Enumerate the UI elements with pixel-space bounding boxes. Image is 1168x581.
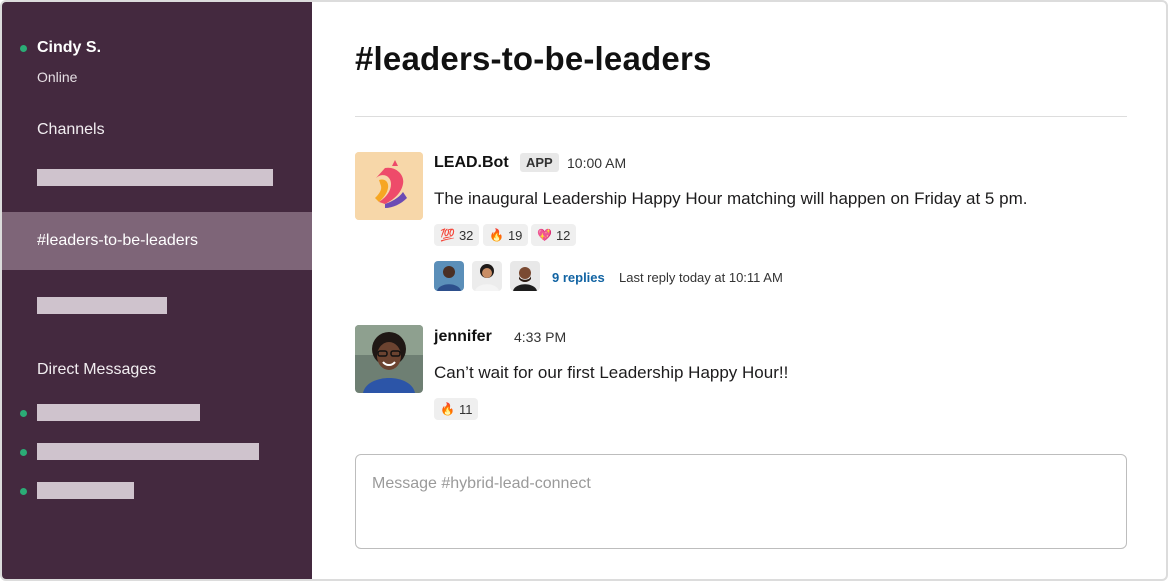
thread-participant-avatar[interactable]: [434, 261, 464, 291]
message-author[interactable]: jennifer: [434, 328, 492, 346]
presence-dot-icon: [20, 488, 27, 495]
lead-bot-avatar[interactable]: [355, 152, 423, 220]
reaction-count: 32: [458, 227, 474, 243]
reaction-fire[interactable]: 🔥 11: [434, 398, 479, 420]
current-user-status: Online: [37, 69, 78, 85]
message-text: The inaugural Leadership Happy Hour matc…: [434, 189, 1028, 208]
presence-dot-icon: [20, 45, 27, 52]
message-timestamp[interactable]: 4:33 PM: [514, 329, 566, 345]
thread-participant-avatar[interactable]: [510, 261, 540, 291]
presence-dot-icon: [20, 449, 27, 456]
message-composer[interactable]: [355, 454, 1127, 549]
fire-icon: 🔥: [440, 402, 455, 416]
thread-replies-link[interactable]: 9 replies: [552, 270, 605, 285]
reaction-count: 19: [507, 227, 523, 243]
app-badge: APP: [520, 153, 559, 172]
channels-section-label[interactable]: Channels: [37, 121, 105, 139]
sidebar-item-dm-1[interactable]: [37, 404, 200, 421]
message-input[interactable]: [372, 475, 1110, 493]
message-timestamp[interactable]: 10:00 AM: [567, 155, 626, 171]
thread-last-reply: Last reply today at 10:11 AM: [619, 270, 783, 285]
person-avatar-icon: [434, 261, 464, 291]
reaction-hundred-points[interactable]: 💯 32: [434, 224, 480, 246]
direct-messages-section-label[interactable]: Direct Messages: [37, 361, 156, 379]
sidebar-item-dm-2[interactable]: [37, 443, 259, 460]
current-user-name[interactable]: Cindy S.: [37, 39, 101, 57]
person-avatar-icon: [510, 261, 540, 291]
jennifer-avatar[interactable]: [355, 325, 423, 393]
sidebar: Cindy S. Online Channels #leaders-to-be-…: [2, 2, 312, 579]
message-author[interactable]: LEAD.Bot: [434, 154, 509, 172]
person-avatar-icon: [355, 325, 423, 393]
hundred-points-icon: 💯: [440, 228, 455, 242]
reaction-count: 11: [458, 401, 473, 417]
sidebar-item-channel-1[interactable]: [37, 169, 273, 186]
sidebar-item-channel-2[interactable]: [37, 297, 167, 314]
message-text: Can’t wait for our first Leadership Happ…: [434, 363, 789, 382]
reaction-count: 12: [555, 227, 571, 243]
reaction-fire[interactable]: 🔥 19: [483, 224, 529, 246]
sidebar-item-active-channel[interactable]: #leaders-to-be-leaders: [2, 212, 312, 270]
page-title: #leaders-to-be-leaders: [355, 40, 712, 77]
reaction-heart[interactable]: 💖 12: [531, 224, 577, 246]
sidebar-item-dm-3[interactable]: [37, 482, 134, 499]
heart-icon: 💖: [537, 228, 552, 242]
person-avatar-icon: [472, 261, 502, 291]
app-window: Cindy S. Online Channels #leaders-to-be-…: [0, 0, 1168, 581]
thread-participant-avatar[interactable]: [472, 261, 502, 291]
header-divider: [355, 116, 1127, 117]
presence-dot-icon: [20, 410, 27, 417]
lead-logo-icon: [355, 152, 423, 220]
fire-icon: 🔥: [489, 228, 504, 242]
channel-view: #leaders-to-be-leaders LEAD.Bot APP 10:0…: [312, 2, 1166, 579]
